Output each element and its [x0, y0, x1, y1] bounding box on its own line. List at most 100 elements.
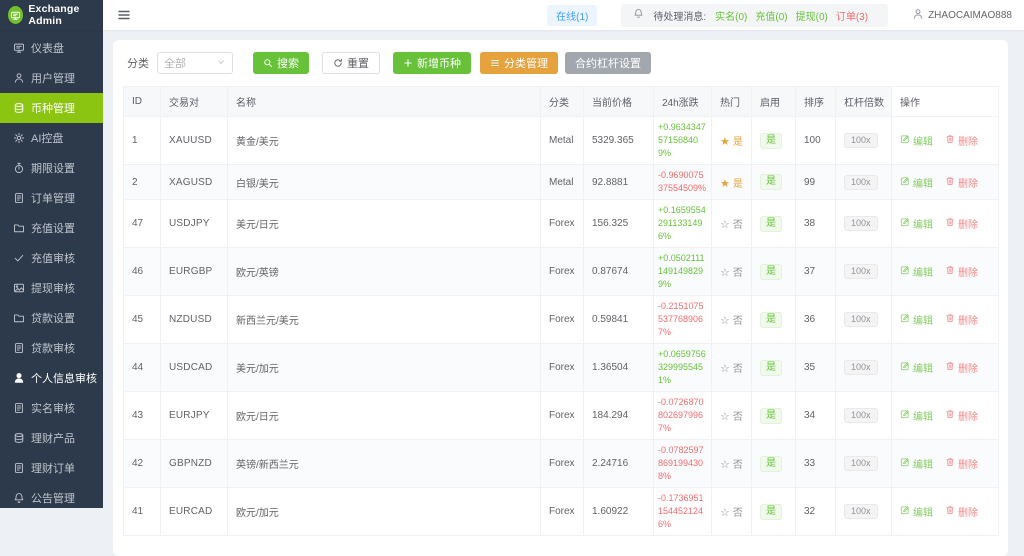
cell-category: Forex	[541, 440, 584, 488]
add-currency-button[interactable]: 新增币种	[393, 52, 471, 74]
cell-enabled: 是	[752, 392, 796, 440]
category-filter-select[interactable]: 全部	[157, 52, 233, 74]
sidebar-item-10[interactable]: 贷款审核	[0, 333, 103, 363]
sidebar-item-12[interactable]: 实名审核	[0, 393, 103, 423]
main-content: 分类 全部 搜索 重置 新增币种 分类管理	[103, 30, 1024, 508]
edit-button[interactable]: 编辑	[900, 456, 933, 471]
table-row: 41EURCAD欧元/加元Forex1.60922-0.173695115445…	[124, 488, 999, 536]
cell-actions: 编辑删除	[892, 296, 999, 344]
cell-actions: 编辑删除	[892, 440, 999, 488]
cell-hot: ☆否	[712, 248, 752, 296]
pending-message-link[interactable]: 提现(0)	[796, 12, 828, 23]
sidebar-item-5[interactable]: 订单管理	[0, 183, 103, 213]
sidebar-item-9[interactable]: 贷款设置	[0, 303, 103, 333]
sidebar-item-3[interactable]: AI控盘	[0, 123, 103, 153]
sidebar-item-1[interactable]: 用户管理	[0, 63, 103, 93]
delete-button-label: 删除	[958, 175, 978, 190]
sidebar-item-8[interactable]: 提现审核	[0, 273, 103, 303]
sidebar-item-label: 贷款审核	[31, 340, 75, 356]
delete-button[interactable]: 删除	[945, 312, 978, 327]
sidebar-item-2[interactable]: 币种管理	[0, 93, 103, 123]
delete-button[interactable]: 删除	[945, 216, 978, 231]
table-row: 44USDCAD美元/加元Forex1.36504+0.065975632999…	[124, 344, 999, 392]
cell-24h-change: -0.07825978691994308%	[654, 440, 712, 488]
enabled-badge[interactable]: 是	[760, 216, 782, 232]
delete-button[interactable]: 删除	[945, 504, 978, 519]
edit-button[interactable]: 编辑	[900, 133, 933, 148]
pending-message-link[interactable]: 订单(3)	[836, 12, 868, 23]
star-outline-icon[interactable]: ☆	[720, 315, 730, 327]
star-outline-icon[interactable]: ☆	[720, 267, 730, 279]
pending-message-link[interactable]: 充值(0)	[755, 12, 787, 23]
online-badge[interactable]: 在线(1)	[547, 5, 597, 26]
star-outline-icon[interactable]: ☆	[720, 363, 730, 375]
pending-message-links: 实名(0) 充值(0) 提现(0) 订单(3)	[715, 8, 876, 23]
cell-leverage: 100x	[836, 488, 892, 536]
enabled-badge[interactable]: 是	[760, 504, 782, 520]
sidebar-item-14[interactable]: 理财订单	[0, 453, 103, 483]
enabled-badge[interactable]: 是	[760, 264, 782, 280]
cell-price: 1.60922	[584, 488, 654, 536]
cell-enabled: 是	[752, 296, 796, 344]
pending-message-link[interactable]: 实名(0)	[715, 12, 747, 23]
cell-24h-change: +0.9634347571568409%	[654, 117, 712, 165]
edit-button[interactable]: 编辑	[900, 216, 933, 231]
delete-button[interactable]: 删除	[945, 456, 978, 471]
star-outline-icon[interactable]: ☆	[720, 507, 730, 519]
bell-icon	[13, 492, 25, 504]
column-header: ID	[124, 87, 161, 117]
column-header: 名称	[228, 87, 541, 117]
cell-hot: ☆否	[712, 440, 752, 488]
edit-button[interactable]: 编辑	[900, 312, 933, 327]
edit-button[interactable]: 编辑	[900, 408, 933, 423]
sidebar-item-11[interactable]: 个人信息审核	[0, 363, 103, 393]
star-filled-icon[interactable]: ★	[720, 136, 730, 148]
cell-name: 白银/美元	[228, 165, 541, 200]
reset-button[interactable]: 重置	[322, 52, 380, 74]
content-card: 分类 全部 搜索 重置 新增币种 分类管理	[113, 40, 1008, 556]
edit-button[interactable]: 编辑	[900, 360, 933, 375]
sidebar-item-4[interactable]: 期限设置	[0, 153, 103, 183]
search-button[interactable]: 搜索	[253, 52, 309, 74]
menu-toggle-icon[interactable]	[117, 8, 131, 22]
delete-button[interactable]: 删除	[945, 408, 978, 423]
delete-button-label: 删除	[958, 216, 978, 231]
sidebar-item-0[interactable]: 仪表盘	[0, 33, 103, 63]
document-icon	[13, 342, 25, 354]
cell-leverage: 100x	[836, 296, 892, 344]
sidebar-item-13[interactable]: 理财产品	[0, 423, 103, 453]
category-manage-button-label: 分类管理	[504, 55, 548, 71]
edit-button[interactable]: 编辑	[900, 175, 933, 190]
leverage-badge: 100x	[844, 456, 878, 471]
cell-24h-change: -0.07268708026979967%	[654, 392, 712, 440]
delete-button[interactable]: 删除	[945, 175, 978, 190]
sidebar-item-7[interactable]: 充值审核	[0, 243, 103, 273]
enabled-badge[interactable]: 是	[760, 408, 782, 424]
star-outline-icon[interactable]: ☆	[720, 459, 730, 471]
sidebar-item-6[interactable]: 充值设置	[0, 213, 103, 243]
contract-leverage-button[interactable]: 合约杠杆设置	[565, 52, 651, 74]
edit-icon	[900, 265, 910, 278]
enabled-badge[interactable]: 是	[760, 174, 782, 190]
user-menu[interactable]: ZHAOCAIMAO888	[912, 8, 1012, 23]
star-filled-icon[interactable]: ★	[720, 178, 730, 190]
edit-button-label: 编辑	[913, 264, 933, 279]
category-manage-button[interactable]: 分类管理	[480, 52, 558, 74]
star-outline-icon[interactable]: ☆	[720, 411, 730, 423]
star-outline-icon[interactable]: ☆	[720, 219, 730, 231]
edit-button[interactable]: 编辑	[900, 264, 933, 279]
enabled-badge[interactable]: 是	[760, 456, 782, 472]
enabled-badge[interactable]: 是	[760, 360, 782, 376]
cell-enabled: 是	[752, 248, 796, 296]
edit-button-label: 编辑	[913, 175, 933, 190]
enabled-badge[interactable]: 是	[760, 133, 782, 149]
edit-button[interactable]: 编辑	[900, 504, 933, 519]
cell-pair: USDCAD	[161, 344, 228, 392]
sidebar-item-label: 订单管理	[31, 190, 75, 206]
table-row: 47USDJPY美元/日元Forex156.325+0.165955429113…	[124, 200, 999, 248]
delete-button[interactable]: 删除	[945, 133, 978, 148]
delete-button[interactable]: 删除	[945, 264, 978, 279]
column-header: 排序	[796, 87, 836, 117]
enabled-badge[interactable]: 是	[760, 312, 782, 328]
delete-button[interactable]: 删除	[945, 360, 978, 375]
